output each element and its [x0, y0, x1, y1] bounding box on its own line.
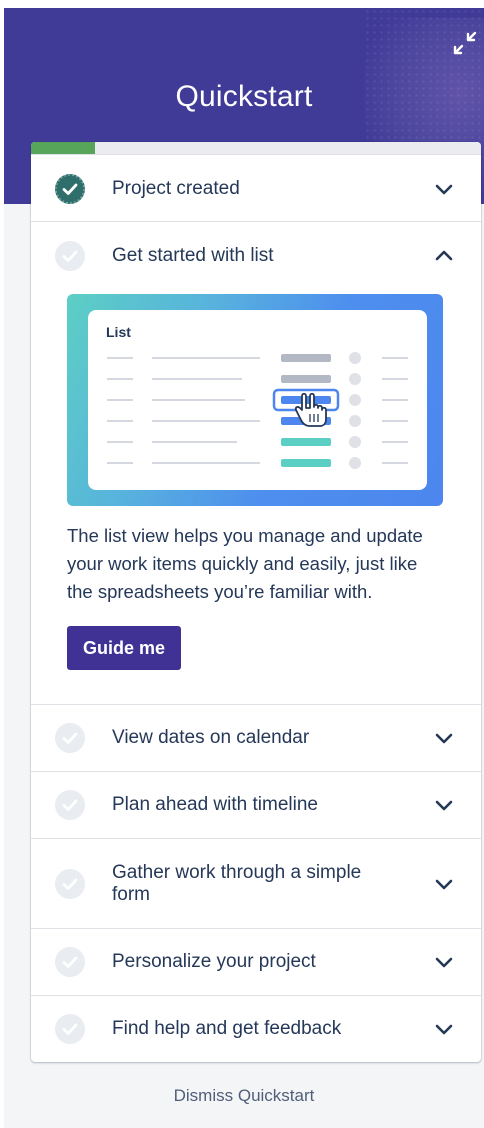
task-details: List The list view helps you manage and …	[31, 290, 481, 704]
task-label: Gather work through a simple form	[112, 861, 362, 905]
list-illustration-graphic	[107, 352, 408, 469]
task-find-help-and-feedback[interactable]: Find help and get feedback	[31, 995, 481, 1062]
empty-check-circle-icon	[55, 868, 85, 899]
chevron-down-icon	[435, 957, 453, 968]
chevron-down-icon	[435, 800, 453, 811]
chevron-down-icon	[435, 184, 453, 195]
task-get-started-with-list[interactable]: Get started with list List The list view…	[31, 221, 481, 704]
quickstart-checklist: Project created Get started with list Li…	[31, 142, 481, 1062]
chevron-up-icon	[435, 250, 453, 261]
list-view-illustration: List	[67, 294, 443, 506]
empty-check-circle-icon	[55, 1014, 85, 1044]
page-title: Quickstart	[175, 80, 313, 113]
task-personalize-your-project[interactable]: Personalize your project	[31, 928, 481, 995]
task-label: Find help and get feedback	[112, 1018, 342, 1039]
empty-check-circle-icon	[55, 241, 85, 271]
dismiss-quickstart-link[interactable]: Dismiss Quickstart	[174, 1086, 315, 1105]
progress-bar-fill	[31, 142, 96, 154]
task-plan-ahead-with-timeline[interactable]: Plan ahead with timeline	[31, 771, 481, 838]
illustration-card: List	[88, 310, 427, 490]
check-circle-icon	[55, 174, 85, 204]
task-description: The list view helps you manage and updat…	[67, 525, 423, 602]
collapse-arrows-icon[interactable]	[452, 30, 478, 56]
chevron-down-icon	[435, 879, 453, 889]
empty-check-circle-icon	[55, 723, 85, 753]
task-label: View dates on calendar	[112, 727, 310, 748]
chevron-down-icon	[435, 733, 453, 744]
quickstart-footer: Dismiss Quickstart	[4, 1086, 484, 1106]
empty-check-circle-icon	[55, 947, 85, 977]
quickstart-panel: Quickstart Project created Get started w…	[4, 8, 484, 1128]
task-label: Project created	[112, 178, 240, 199]
task-view-dates-on-calendar[interactable]: View dates on calendar	[31, 704, 481, 771]
empty-check-circle-icon	[55, 790, 85, 820]
progress-bar	[31, 142, 481, 154]
task-label: Personalize your project	[112, 951, 316, 972]
task-project-created[interactable]: Project created	[31, 154, 481, 221]
guide-me-button[interactable]: Guide me	[67, 626, 182, 670]
task-label: Get started with list	[112, 245, 274, 266]
chevron-down-icon	[435, 1024, 453, 1035]
task-label: Plan ahead with timeline	[112, 794, 318, 815]
task-gather-work-through-form[interactable]: Gather work through a simple form	[31, 838, 481, 928]
